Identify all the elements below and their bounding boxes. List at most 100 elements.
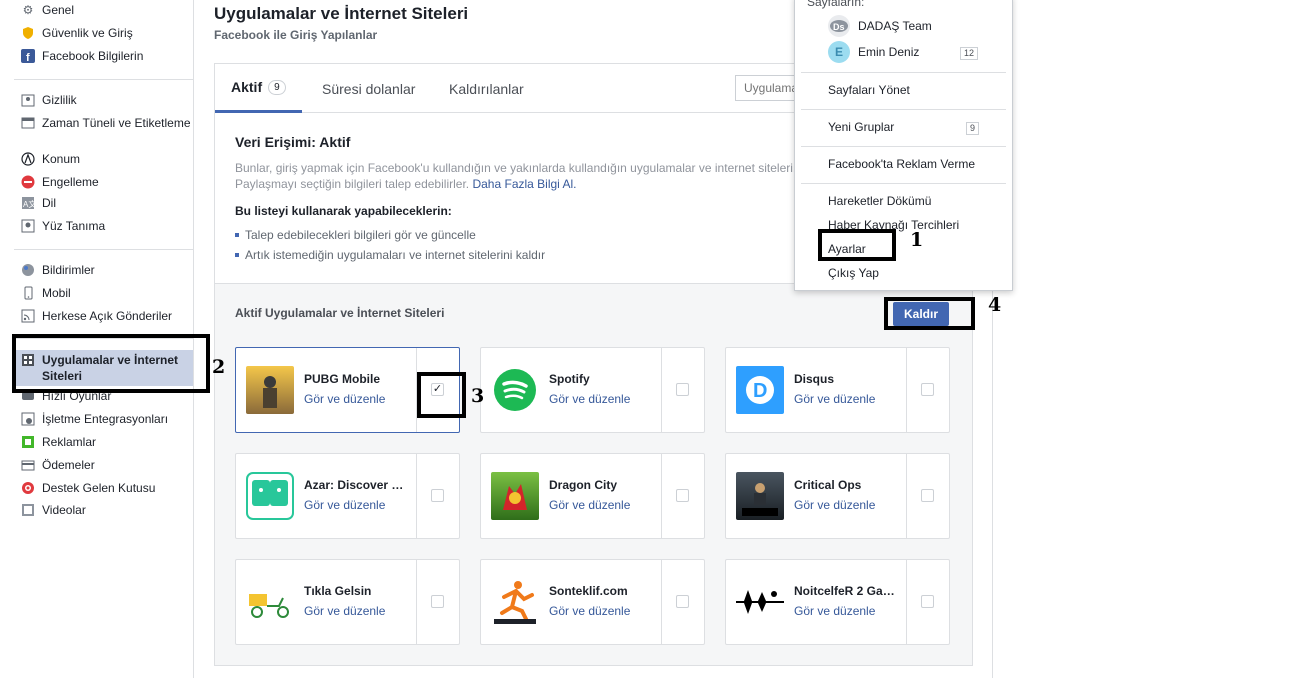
sidebar-item-general[interactable]: ⚙ Genel xyxy=(14,2,193,18)
card-divider xyxy=(906,560,907,644)
sidebar-item-public-posts[interactable]: Herkese Açık Gönderiler xyxy=(14,308,193,324)
card-divider xyxy=(906,454,907,538)
sidebar-item-timeline[interactable]: Zaman Tüneli ve Etiketleme xyxy=(14,115,193,131)
tab-count-badge: 9 xyxy=(268,79,286,95)
menu-divider xyxy=(801,146,1006,147)
advertise-item[interactable]: Facebook'ta Reklam Verme xyxy=(828,157,975,171)
page-notification-count: 12 xyxy=(960,47,979,60)
card-divider xyxy=(416,454,417,538)
view-edit-link[interactable]: Gör ve düzenle xyxy=(304,498,385,512)
new-groups-item[interactable]: Yeni Gruplar xyxy=(828,120,894,134)
sidebar-item-security[interactable]: Güvenlik ve Giriş xyxy=(14,25,193,41)
dadas-team-avatar: Ds xyxy=(828,15,850,37)
sidebar-item-payments[interactable]: Ödemeler xyxy=(14,457,193,473)
sonteklif-logo xyxy=(491,578,539,626)
video-icon xyxy=(20,502,36,518)
view-edit-link[interactable]: Gör ve düzenle xyxy=(304,604,385,618)
app-card-noitcelfer[interactable]: NoitcelfeR 2 Game Gör ve düzenle xyxy=(725,559,950,645)
sidebar-item-videos[interactable]: Videolar xyxy=(14,502,193,518)
app-name: PUBG Mobile xyxy=(304,372,381,386)
app-checkbox[interactable] xyxy=(676,595,689,608)
facebook-icon: f xyxy=(20,48,36,64)
rss-icon xyxy=(20,308,36,324)
view-edit-link[interactable]: Gör ve düzenle xyxy=(549,498,630,512)
payment-icon xyxy=(20,457,36,473)
tab-active[interactable]: Aktif 9 xyxy=(215,64,302,113)
app-card-spotify[interactable]: Spotify Gör ve düzenle xyxy=(480,347,705,433)
view-edit-link[interactable]: Gör ve düzenle xyxy=(794,498,875,512)
view-edit-link[interactable]: Gör ve düzenle xyxy=(304,392,385,406)
view-edit-link[interactable]: Gör ve düzenle xyxy=(794,604,875,618)
annotation-box-remove xyxy=(884,297,975,330)
view-edit-link[interactable]: Gör ve düzenle xyxy=(549,604,630,618)
view-edit-link[interactable]: Gör ve düzenle xyxy=(794,392,875,406)
manage-pages-item[interactable]: Sayfaları Yönet xyxy=(828,83,910,97)
card-divider xyxy=(661,560,662,644)
sidebar-item-privacy[interactable]: Gizlilik xyxy=(14,92,193,108)
noitcelfer-logo xyxy=(736,578,784,626)
app-checkbox[interactable] xyxy=(676,489,689,502)
app-checkbox[interactable] xyxy=(431,595,444,608)
info-bullet: Artık istemediğin uygulamaları ve intern… xyxy=(234,248,546,262)
app-name: Critical Ops xyxy=(794,478,862,492)
sidebar-divider xyxy=(14,249,193,250)
face-icon xyxy=(20,218,36,234)
app-card-disqus[interactable]: D Disqus Gör ve düzenle xyxy=(725,347,950,433)
app-name: Tıkla Gelsin xyxy=(304,584,372,598)
privacy-icon xyxy=(20,92,36,108)
ads-icon xyxy=(20,434,36,450)
globe-icon xyxy=(20,262,36,278)
app-card-dragon-city[interactable]: Dragon City Gör ve düzenle xyxy=(480,453,705,539)
sidebar-item-support-inbox[interactable]: Destek Gelen Kutusu xyxy=(14,480,193,496)
block-icon xyxy=(20,174,36,190)
app-checkbox[interactable] xyxy=(921,595,934,608)
annotation-number: 4 xyxy=(988,294,1002,316)
app-name: Disqus xyxy=(794,372,835,386)
pages-label: Sayfaların: xyxy=(807,0,865,9)
sidebar-item-facebook-info[interactable]: f Facebook Bilgilerin xyxy=(14,48,193,64)
sidebar-item-business-integrations[interactable]: İşletme Entegrasyonları xyxy=(14,411,193,427)
app-card-azar[interactable]: Azar: Discover New People Gör ve düzenle xyxy=(235,453,460,539)
app-card-tikla-gelsin[interactable]: Tıkla Gelsin Gör ve düzenle xyxy=(235,559,460,645)
app-checkbox[interactable] xyxy=(921,383,934,396)
page-divider xyxy=(992,290,993,678)
sidebar-item-location[interactable]: Konum xyxy=(14,151,193,167)
annotation-number: 2 xyxy=(212,356,226,378)
dragon-city-logo xyxy=(491,472,539,520)
shield-icon xyxy=(20,25,36,41)
sidebar-item-ads[interactable]: Reklamlar xyxy=(14,434,193,450)
info-subtitle: Bu listeyi kullanarak yapabileceklerin: xyxy=(235,204,452,218)
sidebar-item-face-recognition[interactable]: Yüz Tanıma xyxy=(14,218,193,234)
page-dadas-team[interactable]: DADAŞ Team xyxy=(858,19,932,33)
sidebar-item-language[interactable]: A文 Dil xyxy=(14,195,193,211)
card-divider xyxy=(906,348,907,432)
app-name: Azar: Discover New People xyxy=(304,478,408,492)
card-divider xyxy=(661,348,662,432)
card-divider xyxy=(416,560,417,644)
app-checkbox[interactable] xyxy=(676,383,689,396)
page-emin-deniz[interactable]: Emin Deniz xyxy=(858,45,919,59)
learn-more-link[interactable]: Daha Fazla Bilgi Al. xyxy=(472,177,576,191)
sidebar-item-notifications[interactable]: Bildirimler xyxy=(14,262,193,278)
app-checkbox[interactable] xyxy=(921,489,934,502)
app-name: Sonteklif.com xyxy=(549,584,628,598)
page-subtitle: Facebook ile Giriş Yapılanlar xyxy=(214,28,378,42)
timeline-icon xyxy=(20,115,36,131)
app-checkbox[interactable] xyxy=(431,489,444,502)
pubg-logo xyxy=(246,366,294,414)
logout-item[interactable]: Çıkış Yap xyxy=(828,266,879,280)
annotation-box-settings xyxy=(818,229,896,261)
info-description: Bunlar, giriş yapmak için Facebook'u kul… xyxy=(235,161,797,191)
view-edit-link[interactable]: Gör ve düzenle xyxy=(549,392,630,406)
activity-log-item[interactable]: Hareketler Dökümü xyxy=(828,194,931,208)
tab-expired[interactable]: Süresi dolanlar xyxy=(322,64,415,113)
info-bullet: Talep edebilecekleri bilgileri gör ve gü… xyxy=(235,228,476,242)
support-icon xyxy=(20,480,36,496)
tab-removed[interactable]: Kaldırılanlar xyxy=(449,64,524,113)
app-name: Dragon City xyxy=(549,478,618,492)
apps-area: Aktif Uygulamalar ve İnternet Siteleri K… xyxy=(215,283,972,665)
sidebar-item-mobile[interactable]: Mobil xyxy=(14,285,193,301)
app-card-critical-ops[interactable]: Critical Ops Gör ve düzenle xyxy=(725,453,950,539)
app-card-sonteklif[interactable]: Sonteklif.com Gör ve düzenle xyxy=(480,559,705,645)
sidebar-item-blocking[interactable]: Engelleme xyxy=(14,174,193,190)
